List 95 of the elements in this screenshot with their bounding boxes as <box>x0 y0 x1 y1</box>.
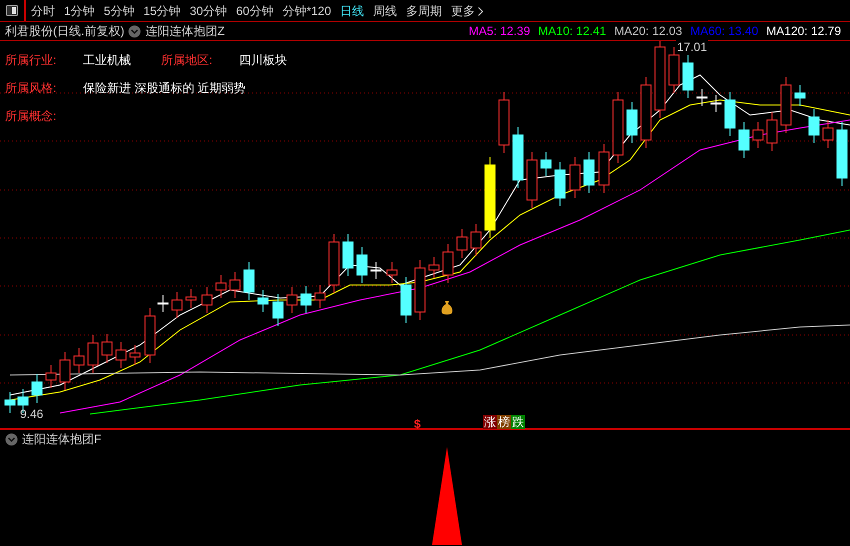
period-tab[interactable]: 60分钟 <box>236 2 274 20</box>
candlestick <box>172 292 182 318</box>
candlestick <box>808 108 820 144</box>
candlestick <box>386 262 398 284</box>
info-value: 四川板块 <box>239 52 288 69</box>
info-value: 工业机械 <box>83 52 132 69</box>
candlestick <box>738 122 750 158</box>
info-label: 所属概念: <box>5 108 58 125</box>
period-tab[interactable]: 分钟*120 <box>282 2 332 20</box>
candlestick <box>370 262 382 280</box>
low-price-label: 9.46 <box>20 406 44 423</box>
candlestick <box>400 276 412 324</box>
candlestick <box>640 76 652 148</box>
candlestick <box>88 334 98 374</box>
dropdown-icon[interactable] <box>128 24 142 38</box>
period-tab[interactable]: 多周期 <box>406 2 442 20</box>
candlestick <box>216 274 226 298</box>
candlestick <box>428 256 440 278</box>
panel-toggle-icon[interactable] <box>6 5 18 16</box>
candlestick <box>724 92 736 136</box>
candlestick <box>498 92 510 154</box>
candlestick <box>300 286 312 314</box>
candlestick <box>442 244 454 284</box>
high-price-label: 17.01 <box>676 40 708 54</box>
candlestick <box>822 120 834 148</box>
candlestick <box>4 392 16 414</box>
candlestick <box>314 284 326 308</box>
candlestick <box>130 344 140 366</box>
moving-average-value: MA20: 12.03 <box>614 23 682 40</box>
candlestick <box>470 224 482 256</box>
candlestick <box>202 286 212 314</box>
candlestick <box>682 54 694 98</box>
candlestick <box>626 102 638 144</box>
candlestick <box>540 152 552 176</box>
info-label: 所属行业: <box>5 52 58 69</box>
period-tab[interactable]: 15分钟 <box>143 2 181 20</box>
period-tab[interactable]: 1分钟 <box>64 2 95 20</box>
moving-average-value: MA10: 12.41 <box>538 23 606 40</box>
candlestick <box>612 92 624 164</box>
candlestick <box>794 84 806 106</box>
indicator-name: 连阳连体抱团Z <box>145 23 225 40</box>
candlestick <box>158 294 168 312</box>
candlestick <box>286 286 298 314</box>
candlestick <box>554 162 566 206</box>
info-label: 所属风格: <box>5 80 58 97</box>
candlestick <box>32 374 42 404</box>
candlestick <box>766 112 778 152</box>
moving-average-value: MA120: 12.79 <box>766 23 841 40</box>
candlestick <box>752 122 764 148</box>
signal-mark: $ <box>414 416 421 433</box>
candlestick <box>668 46 680 94</box>
candlestick <box>696 88 708 106</box>
candlestick <box>46 364 56 388</box>
candlestick <box>836 122 848 186</box>
candlestick <box>328 234 340 294</box>
info-value: 保险新进 深股通标的 近期弱势 <box>83 80 247 97</box>
candlestick <box>570 156 580 198</box>
indicator-name: 连阳连体抱团F <box>22 431 102 448</box>
candlestick <box>230 272 240 298</box>
moving-average-value: MA60: 13.40 <box>690 23 758 40</box>
rank-tag: 榜 <box>497 415 511 429</box>
period-tab[interactable]: 更多 <box>451 2 484 20</box>
moving-average-value: MA5: 12.39 <box>468 23 530 40</box>
period-tab[interactable]: 30分钟 <box>190 2 228 20</box>
candlestick <box>186 288 196 308</box>
candlestick <box>710 94 722 112</box>
dropdown-icon[interactable] <box>5 432 18 446</box>
candlestick <box>258 290 268 312</box>
info-label: 所属地区: <box>161 52 214 69</box>
rank-tag: 跌 <box>511 415 525 429</box>
period-tab[interactable]: 分时 <box>31 2 55 20</box>
period-tab[interactable]: 日线 <box>340 2 364 20</box>
period-tab[interactable]: 5分钟 <box>104 2 134 20</box>
candlestick <box>144 308 156 364</box>
candlestick <box>116 342 126 368</box>
money-bag-icon <box>440 300 454 316</box>
candlestick <box>60 352 70 390</box>
candlestick <box>272 294 284 326</box>
candlestick <box>74 348 84 374</box>
stock-title: 利君股份(日线.前复权) <box>5 23 124 40</box>
candlestick <box>526 152 538 208</box>
candlestick <box>598 144 610 194</box>
period-tab[interactable]: 周线 <box>373 2 398 20</box>
candlestick <box>356 246 368 284</box>
candlestick <box>456 228 468 258</box>
candlestick <box>512 126 524 188</box>
candlestick <box>244 262 254 300</box>
candlestick <box>414 260 426 320</box>
candlestick <box>780 76 792 134</box>
candlestick <box>342 234 354 276</box>
chevron-right-icon <box>478 6 484 16</box>
signal-spike-icon <box>432 447 462 545</box>
candlestick <box>102 334 112 364</box>
rank-tag: 涨 <box>483 415 497 429</box>
candlestick <box>584 152 594 194</box>
